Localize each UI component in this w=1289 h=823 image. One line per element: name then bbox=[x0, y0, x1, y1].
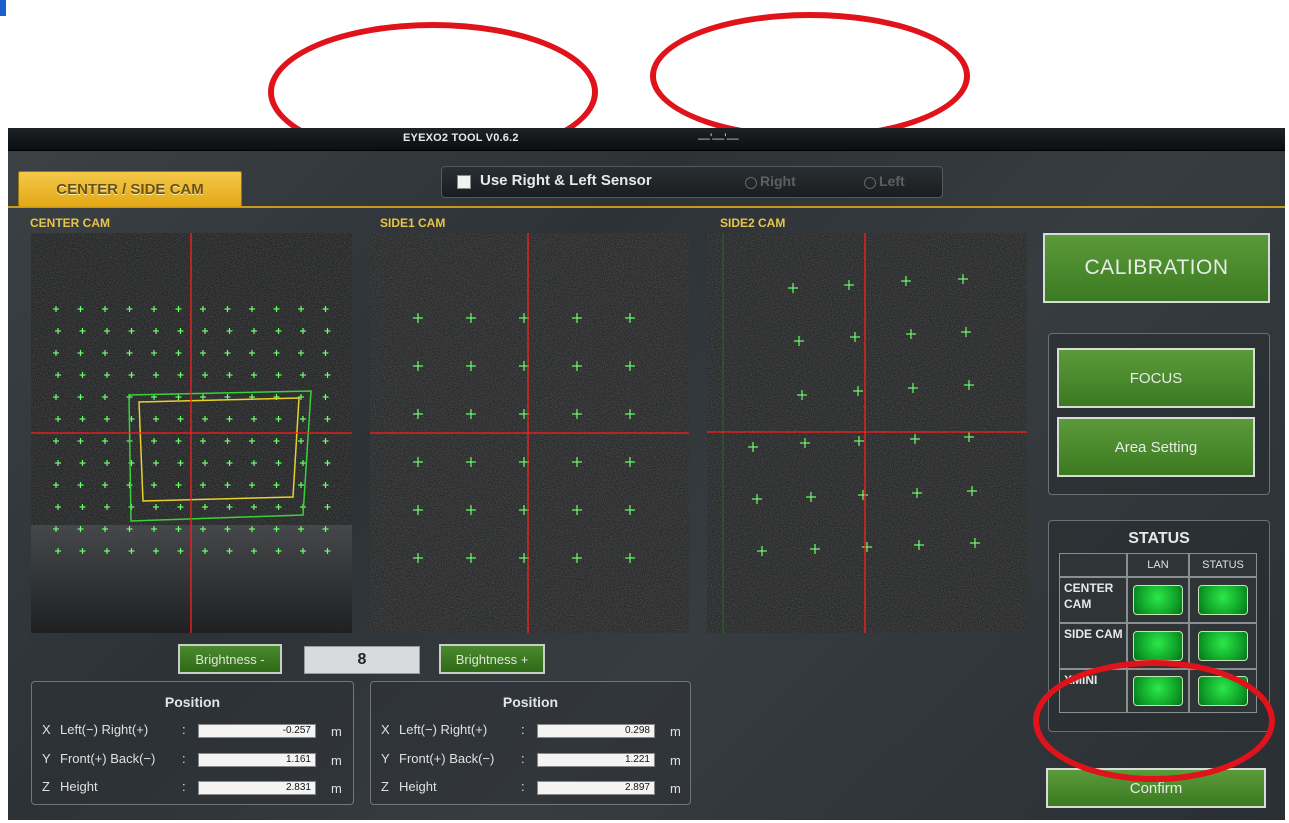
brightness-plus-label: Brightness + bbox=[455, 651, 529, 667]
camera-image bbox=[31, 233, 352, 633]
center-cam-label: CENTER CAM bbox=[30, 216, 110, 230]
position-row-label: Left(−) Right(+) bbox=[60, 722, 149, 737]
position-colon: : bbox=[182, 779, 186, 794]
status-status-cell bbox=[1189, 577, 1257, 623]
use-sensor-label: Use Right & Left Sensor bbox=[480, 172, 652, 189]
position-axis-label: X bbox=[42, 722, 51, 737]
status-header-lan: LAN bbox=[1127, 553, 1189, 577]
status-row-name: CENTER CAM bbox=[1059, 577, 1127, 623]
camera-image bbox=[707, 233, 1027, 633]
tab-center-side-cam-label: CENTER / SIDE CAM bbox=[56, 180, 204, 198]
position-colon: : bbox=[182, 751, 186, 766]
position-axis-label: Y bbox=[381, 751, 390, 766]
position-unit: m bbox=[670, 724, 681, 739]
position-row-label: Front(+) Back(−) bbox=[399, 751, 495, 766]
position-panel-center: Position X Left(−) Right(+): -0.257 m Y Front… bbox=[31, 681, 354, 805]
radio-right[interactable] bbox=[745, 177, 757, 189]
brightness-value-text: 8 bbox=[357, 651, 367, 668]
brightness-plus-button[interactable]: Brightness + bbox=[439, 644, 545, 674]
position-row-label: Front(+) Back(−) bbox=[60, 751, 156, 766]
tab-underline bbox=[8, 206, 1285, 208]
side2-cam-view[interactable] bbox=[707, 233, 1027, 633]
position-axis-label: Y bbox=[42, 751, 51, 766]
position-title: Position bbox=[164, 694, 221, 710]
radio-left-label: Left bbox=[879, 173, 905, 189]
position-colon: : bbox=[182, 722, 186, 737]
window-status-text: —'—'— bbox=[698, 131, 739, 145]
status-title: STATUS bbox=[1128, 530, 1190, 547]
position-colon: : bbox=[521, 722, 525, 737]
brightness-value: 8 bbox=[304, 646, 420, 674]
brightness-minus-label: Brightness - bbox=[195, 651, 265, 667]
focus-label: FOCUS bbox=[1129, 369, 1183, 387]
annotation-ellipse-status bbox=[650, 12, 970, 140]
window-title: EYEXO2 TOOL V0.6.2 bbox=[403, 132, 519, 144]
position-unit: m bbox=[670, 781, 681, 796]
calibration-button[interactable]: CALIBRATION bbox=[1043, 233, 1270, 303]
position-title: Position bbox=[502, 694, 559, 710]
status-lan-cell bbox=[1127, 577, 1189, 623]
use-sensor-checkbox[interactable] bbox=[457, 175, 471, 189]
lan-status-led bbox=[1133, 585, 1183, 615]
calibration-label: CALIBRATION bbox=[1084, 256, 1229, 279]
focus-button[interactable]: FOCUS bbox=[1057, 348, 1255, 408]
side1-cam-view[interactable] bbox=[370, 233, 689, 633]
corner-marker bbox=[0, 0, 6, 16]
tab-center-side-cam[interactable]: CENTER / SIDE CAM bbox=[18, 171, 242, 207]
position-unit: m bbox=[331, 781, 342, 796]
status-header-blank bbox=[1059, 553, 1127, 577]
side1-cam-label: SIDE1 CAM bbox=[380, 216, 446, 230]
position-axis-label: Z bbox=[381, 779, 389, 794]
position-row-label: Height bbox=[399, 779, 437, 794]
area-setting-label: Area Setting bbox=[1114, 438, 1198, 456]
position-value-field[interactable]: 0.298 bbox=[537, 724, 655, 738]
camera-image bbox=[370, 233, 689, 633]
side2-cam-label: SIDE2 CAM bbox=[720, 216, 786, 230]
radio-right-label: Right bbox=[760, 173, 796, 189]
position-row-label: Height bbox=[60, 779, 98, 794]
status-status-cell bbox=[1189, 623, 1257, 669]
status-header-status: STATUS bbox=[1189, 553, 1257, 577]
position-value-field[interactable]: 2.897 bbox=[537, 781, 655, 795]
position-value-field[interactable]: 1.161 bbox=[198, 753, 316, 767]
radio-left[interactable] bbox=[864, 177, 876, 189]
annotation-ellipse-xmini bbox=[1033, 660, 1275, 782]
position-value-field[interactable]: 2.831 bbox=[198, 781, 316, 795]
position-panel-side: Position X Left(−) Right(+):0.298 m Y Front(… bbox=[370, 681, 691, 805]
title-bar: EYEXO2 TOOL V0.6.2 —'—'— bbox=[8, 128, 1285, 151]
position-value-field[interactable]: 1.221 bbox=[537, 753, 655, 767]
position-axis-label: Z bbox=[42, 779, 50, 794]
position-colon: : bbox=[521, 779, 525, 794]
position-value-field[interactable]: -0.257 bbox=[198, 724, 316, 738]
sensor-bar: Use Right & Left Sensor Right Left bbox=[441, 166, 943, 198]
status-led bbox=[1198, 631, 1248, 661]
position-colon: : bbox=[521, 751, 525, 766]
center-cam-view[interactable] bbox=[31, 233, 352, 633]
position-axis-label: X bbox=[381, 722, 390, 737]
lan-status-led bbox=[1133, 631, 1183, 661]
position-unit: m bbox=[670, 753, 681, 768]
position-unit: m bbox=[331, 753, 342, 768]
status-led bbox=[1198, 585, 1248, 615]
confirm-label: Confirm bbox=[1129, 779, 1183, 797]
position-row-label: Left(−) Right(+) bbox=[399, 722, 488, 737]
position-unit: m bbox=[331, 724, 342, 739]
area-setting-button[interactable]: Area Setting bbox=[1057, 417, 1255, 477]
brightness-minus-button[interactable]: Brightness - bbox=[178, 644, 282, 674]
